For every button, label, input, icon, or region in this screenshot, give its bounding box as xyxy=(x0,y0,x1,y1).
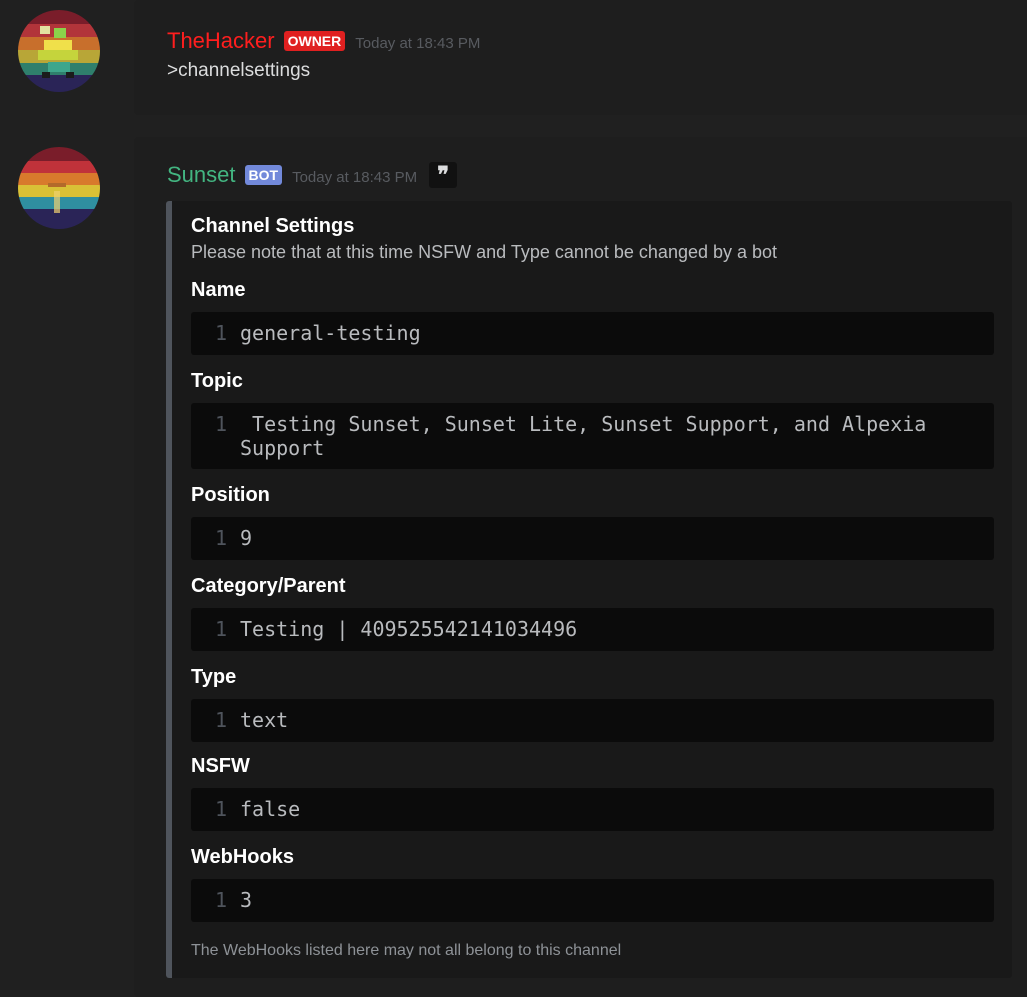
field-name-name: Name xyxy=(191,279,246,301)
field-name-nsfw: NSFW xyxy=(191,755,250,777)
embed-title: Channel Settings xyxy=(191,215,355,237)
code-block-type: 1 text xyxy=(191,699,994,742)
embed-footer: The WebHooks listed here may not all bel… xyxy=(191,942,622,959)
username-thehacker[interactable]: TheHacker xyxy=(167,28,275,54)
field-value-webhooks: 3 xyxy=(240,888,253,912)
field-value-name: general-testing xyxy=(240,321,421,345)
owner-badge: OWNER xyxy=(283,31,346,51)
avatar-sunset-icon xyxy=(18,147,100,229)
field-name-type: Type xyxy=(191,666,237,688)
line-number: 1 xyxy=(214,321,227,345)
avatar-thehacker[interactable] xyxy=(18,10,100,92)
username-sunset[interactable]: Sunset xyxy=(167,162,236,188)
message-header-bot: Sunset BOT Today at 18:43 PM ❞ xyxy=(167,162,458,188)
line-number: 1 xyxy=(214,412,227,436)
line-number: 1 xyxy=(214,526,227,550)
quote-icon[interactable]: ❞ xyxy=(429,162,458,188)
message-content: >channelsettings xyxy=(167,60,311,81)
timestamp: Today at 18:43 PM xyxy=(292,168,418,186)
bot-badge: BOT xyxy=(244,165,283,185)
code-block-category: 1 Testing | 409525542141034496 xyxy=(191,608,994,651)
code-block-webhooks: 1 3 xyxy=(191,879,994,922)
avatar-pixel-art-icon xyxy=(18,10,100,92)
avatar-sunset[interactable] xyxy=(18,147,100,229)
field-name-webhooks: WebHooks xyxy=(191,846,294,868)
field-name-topic: Topic xyxy=(191,370,243,392)
message-header-owner: TheHacker OWNER Today at 18:43 PM xyxy=(167,28,480,54)
code-block-topic: 1 Testing Sunset, Sunset Lite, Sunset Su… xyxy=(191,403,994,469)
code-block-position: 1 9 xyxy=(191,517,994,560)
field-value-nsfw: false xyxy=(240,797,301,821)
field-value-topic: Testing Sunset, Sunset Lite, Sunset Supp… xyxy=(240,412,939,460)
line-number: 1 xyxy=(214,708,227,732)
field-name-category: Category/Parent xyxy=(191,575,346,597)
field-value-category: Testing | 409525542141034496 xyxy=(240,617,578,641)
field-name-position: Position xyxy=(191,484,270,506)
channel-settings-embed: Channel Settings Please note that at thi… xyxy=(166,201,1012,978)
line-number: 1 xyxy=(214,617,227,641)
line-number: 1 xyxy=(214,888,227,912)
code-block-name: 1 general-testing xyxy=(191,312,994,355)
line-number: 1 xyxy=(214,797,227,821)
timestamp: Today at 18:43 PM xyxy=(355,34,481,52)
field-value-position: 9 xyxy=(240,526,253,550)
field-value-type: text xyxy=(240,708,289,732)
message-owner xyxy=(134,0,1027,115)
code-block-nsfw: 1 false xyxy=(191,788,994,831)
embed-description: Please note that at this time NSFW and T… xyxy=(191,242,778,262)
